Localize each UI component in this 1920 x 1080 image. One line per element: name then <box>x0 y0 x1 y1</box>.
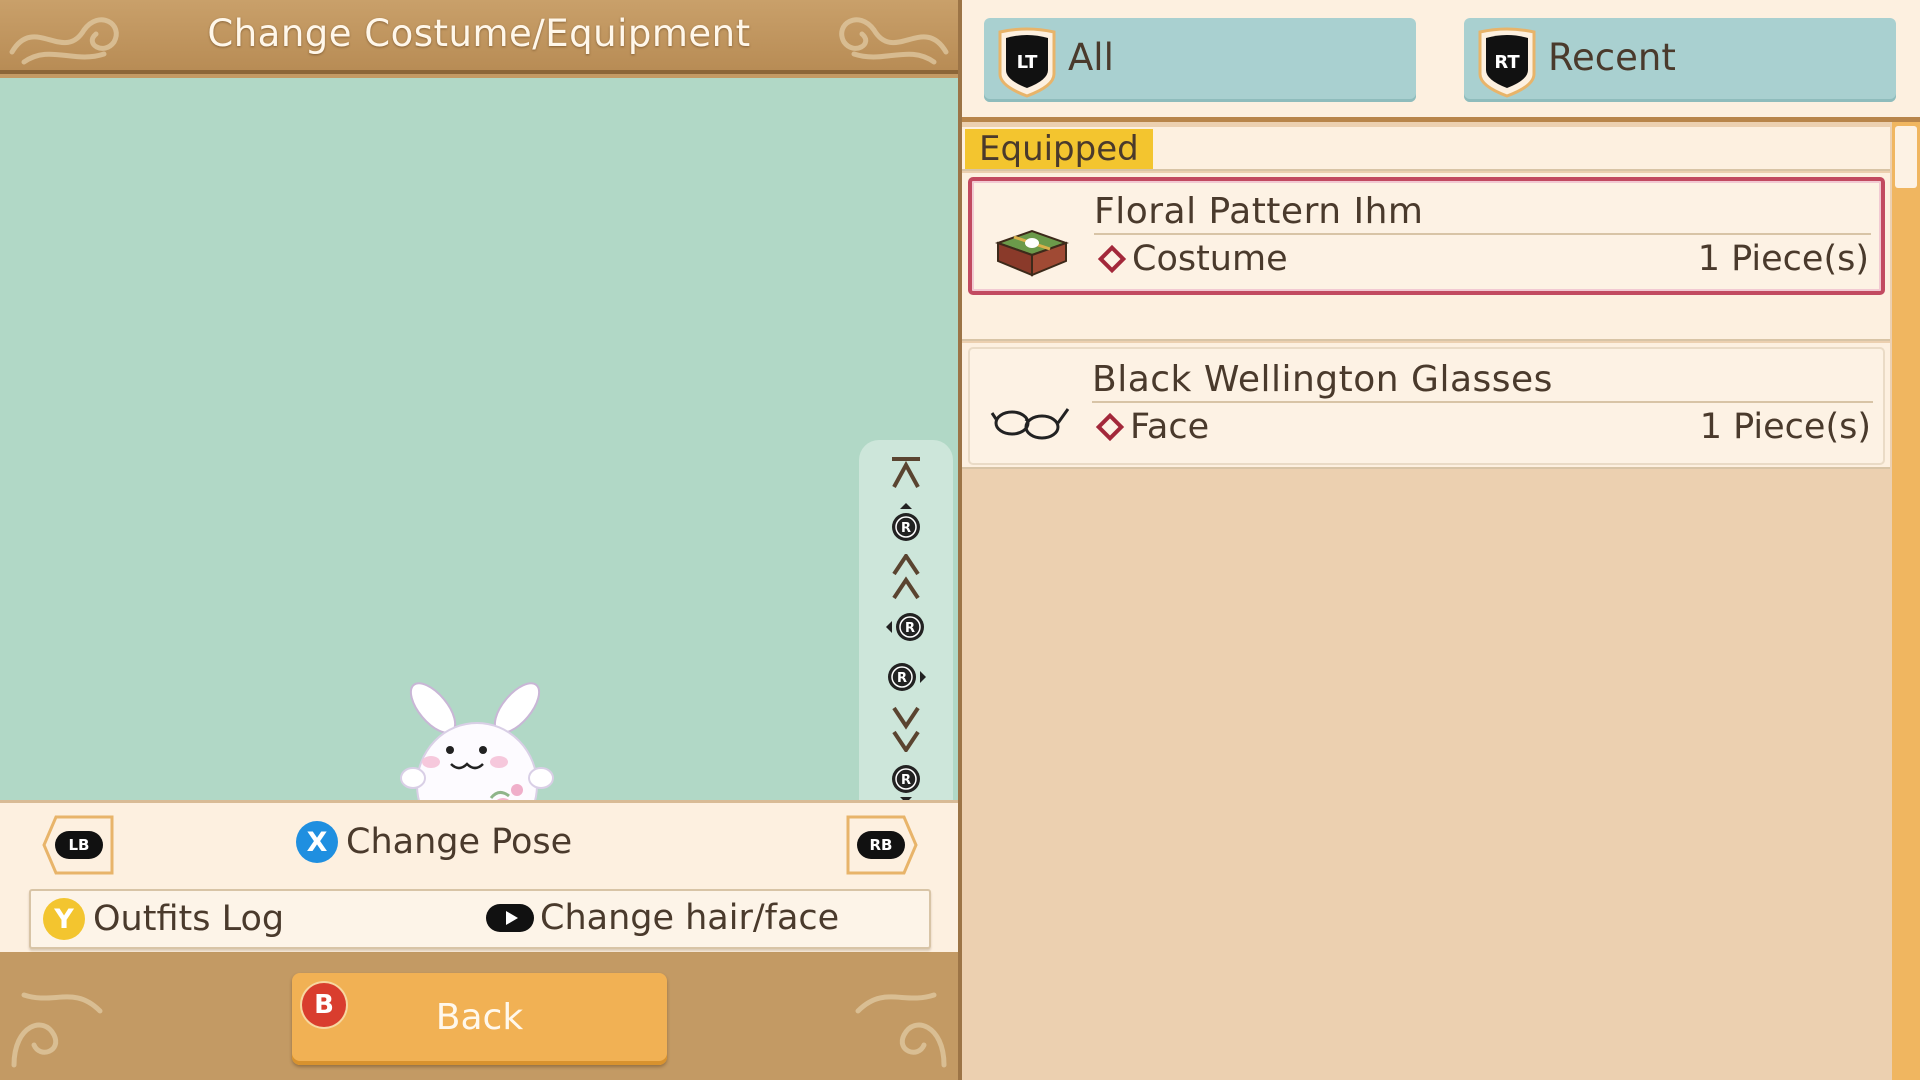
costume-box-icon <box>994 229 1070 277</box>
lb-bumper-button[interactable]: LB <box>42 815 116 875</box>
rb-label: RB <box>857 831 905 859</box>
y-button-icon: Y <box>43 898 85 940</box>
footer-right-ornament-icon <box>855 992 947 1068</box>
controls-panel: LB X Change Pose RB Y Outfits Log Change… <box>0 800 958 952</box>
rb-bumper-button[interactable]: RB <box>844 815 918 875</box>
item-list-panel: LT All RT Recent Equipped Floral Pattern… <box>962 0 1920 1080</box>
title-bar: Change Costume/Equipment <box>0 0 958 74</box>
item-divider <box>1094 233 1871 235</box>
rt-label: RT <box>1494 52 1520 73</box>
equipped-label: Equipped <box>965 129 1153 169</box>
glasses-icon <box>990 408 1070 440</box>
diamond-icon <box>1095 412 1125 442</box>
scrollbar[interactable] <box>1892 122 1920 1080</box>
tab-all[interactable]: LT All <box>984 18 1416 102</box>
camera-zoom-max-icon[interactable] <box>859 448 953 498</box>
tab-recent-label: Recent <box>1548 36 1676 79</box>
svg-text:R: R <box>897 671 907 686</box>
preview-panel: Change Costume/Equipment R R R R LB X Ch… <box>0 0 958 1080</box>
list-item[interactable]: Black Wellington Glasses Face 1 Piece(s) <box>962 343 1890 469</box>
item-count: 1 Piece(s) <box>1697 239 1869 279</box>
svg-text:R: R <box>905 621 915 636</box>
right-stick-icon <box>486 904 534 932</box>
item-count: 1 Piece(s) <box>1699 407 1871 447</box>
rt-trigger-icon: RT <box>1478 27 1536 98</box>
x-button-icon: X <box>296 821 338 863</box>
item-type-label: Costume <box>1132 239 1288 279</box>
lb-label: LB <box>55 831 103 859</box>
svg-text:R: R <box>901 521 911 536</box>
svg-text:R: R <box>901 773 911 788</box>
camera-rotate-left-icon[interactable]: R <box>859 602 953 652</box>
footer-left-ornament-icon <box>11 992 103 1068</box>
change-hair-face-label: Change hair/face <box>540 898 840 938</box>
character-viewport[interactable]: R R R R <box>0 78 958 872</box>
change-pose-label: Change Pose <box>346 822 573 862</box>
back-label: Back <box>435 997 524 1038</box>
item-list: Equipped Floral Pattern Ihm Costume 1 Pi… <box>962 127 1890 1080</box>
item-type: Costume <box>1096 239 1288 279</box>
equipped-section-header: Equipped <box>962 127 1890 171</box>
outfits-log-button[interactable]: Y Outfits Log <box>43 898 284 940</box>
item-card[interactable]: Black Wellington Glasses Face 1 Piece(s) <box>968 347 1885 465</box>
lt-label: LT <box>1017 52 1038 73</box>
diamond-icon <box>1097 244 1127 274</box>
camera-stick-up-icon[interactable]: R <box>859 498 953 548</box>
right-ornament-icon <box>839 17 949 65</box>
change-pose-control[interactable]: X Change Pose <box>296 821 572 863</box>
lt-trigger-icon: LT <box>998 27 1056 98</box>
back-button[interactable]: B Back <box>292 973 667 1065</box>
camera-zoom-in-icon[interactable] <box>859 552 953 602</box>
item-name: Floral Pattern Ihm <box>1094 191 1424 232</box>
item-type: Face <box>1094 407 1209 447</box>
section-spacer <box>962 297 1890 341</box>
tab-bar: LT All RT Recent <box>962 0 1920 122</box>
list-item[interactable]: Floral Pattern Ihm Costume 1 Piece(s) <box>962 173 1890 299</box>
scrollbar-thumb[interactable] <box>1895 126 1917 188</box>
camera-rotate-right-icon[interactable]: R <box>859 652 953 702</box>
item-card-selected[interactable]: Floral Pattern Ihm Costume 1 Piece(s) <box>968 177 1885 295</box>
camera-zoom-out-icon[interactable] <box>859 704 953 754</box>
tab-all-label: All <box>1068 36 1114 79</box>
item-divider <box>1092 401 1873 403</box>
outfits-log-label: Outfits Log <box>93 899 285 939</box>
item-name: Black Wellington Glasses <box>1092 359 1553 400</box>
footer: B Back <box>0 955 958 1080</box>
change-hair-face-button[interactable]: Change hair/face <box>486 898 839 938</box>
tab-recent[interactable]: RT Recent <box>1464 18 1896 102</box>
item-type-label: Face <box>1130 407 1210 447</box>
secondary-controls: Y Outfits Log Change hair/face <box>29 889 931 949</box>
